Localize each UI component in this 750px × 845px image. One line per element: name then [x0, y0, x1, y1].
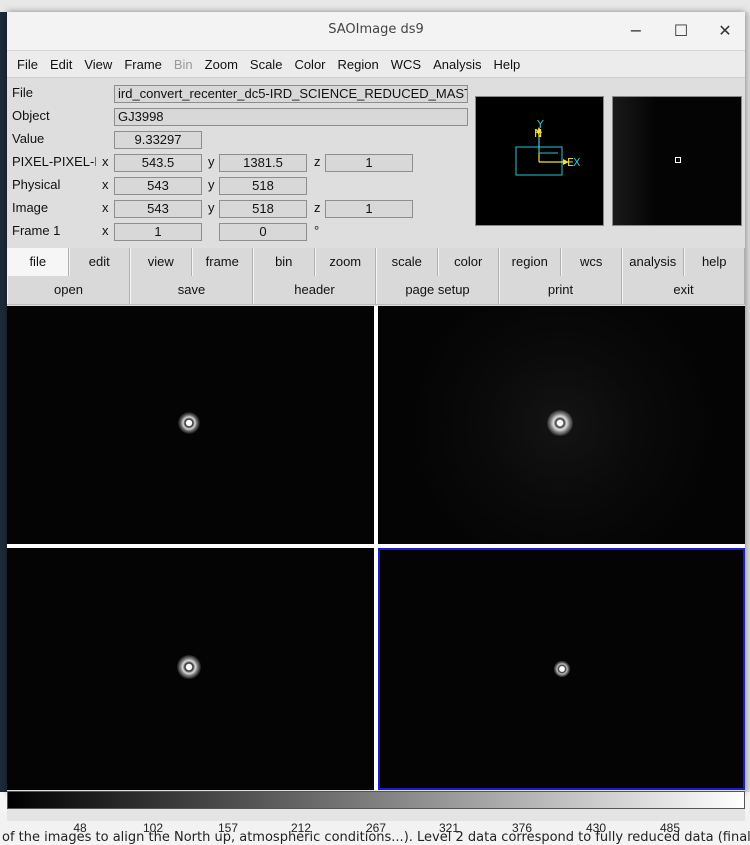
pixel-z-label: z — [314, 154, 321, 169]
pixel-y-label: y — [208, 154, 215, 169]
button-header[interactable]: header — [253, 276, 376, 304]
colorbar-label: 430 — [585, 821, 607, 835]
title-bar[interactable]: SAOImage ds9 − ☐ ✕ — [7, 12, 745, 51]
minimize-button[interactable]: − — [623, 18, 649, 44]
image-label: Image — [12, 200, 49, 215]
button-zoom[interactable]: zoom — [314, 248, 376, 276]
colorbar-ticks — [7, 809, 745, 821]
colorbar[interactable] — [7, 791, 745, 809]
colorbar-label: 48 — [73, 821, 87, 835]
frame-1[interactable] — [7, 306, 374, 544]
panner-y-label: Y — [536, 118, 544, 131]
image-y-label: y — [208, 200, 215, 215]
frame-degree-label: ° — [314, 223, 320, 238]
physical-x-field: 543 — [114, 177, 202, 195]
file-field: ird_convert_recenter_dc5-IRD_SCIENCE_RED… — [114, 85, 468, 103]
menu-frame[interactable]: Frame — [118, 57, 168, 72]
button-file[interactable]: file — [7, 248, 69, 276]
value-label: Value — [12, 131, 45, 146]
pixel-x-field: 543.5 — [114, 154, 202, 172]
button-help[interactable]: help — [683, 248, 745, 276]
button-edit[interactable]: edit — [68, 248, 130, 276]
value-field: 9.33297 — [114, 131, 202, 149]
physical-y-label: y — [208, 177, 215, 192]
button-print[interactable]: print — [499, 276, 622, 304]
menu-bar: File Edit View Frame Bin Zoom Scale Colo… — [7, 51, 745, 78]
menu-analysis[interactable]: Analysis — [427, 57, 487, 72]
physical-y-field: 518 — [219, 177, 307, 195]
image-y-field: 518 — [219, 200, 307, 218]
physical-label: Physical — [12, 177, 61, 192]
button-bin[interactable]: bin — [253, 248, 315, 276]
button-save[interactable]: save — [130, 276, 253, 304]
object-field: GJ3998 — [114, 108, 468, 126]
pixel-x-label: x — [102, 154, 109, 169]
panner-compass: N Y E X — [515, 118, 581, 176]
button-exit[interactable]: exit — [622, 276, 745, 304]
star-psf — [178, 412, 200, 434]
panner-x-label: X — [573, 156, 581, 169]
star-psf — [554, 661, 570, 677]
button-bar: file edit view frame bin zoom scale colo… — [7, 248, 745, 277]
frame-4-current[interactable] — [378, 548, 745, 790]
colorbar-label: 321 — [438, 821, 460, 835]
image-x-field: 543 — [114, 200, 202, 218]
frame-grid — [7, 306, 745, 790]
menu-wcs[interactable]: WCS — [385, 57, 427, 72]
pixel-coord-label: PIXEL-PIXEL-PIX — [12, 154, 96, 169]
maximize-button[interactable]: ☐ — [668, 18, 694, 44]
pixel-y-field: 1381.5 — [219, 154, 307, 172]
menu-zoom[interactable]: Zoom — [199, 57, 244, 72]
frame-label: Frame 1 — [12, 223, 61, 238]
magnifier-glow — [613, 97, 653, 225]
menu-file[interactable]: File — [11, 57, 44, 72]
close-button[interactable]: ✕ — [712, 18, 738, 44]
menu-region[interactable]: Region — [332, 57, 385, 72]
frame-y-field: 0 — [219, 223, 307, 241]
desktop-background-top — [0, 0, 750, 12]
menu-bin: Bin — [173, 56, 193, 72]
button-page-setup[interactable]: page setup — [376, 276, 499, 304]
sub-button-bar: open save header page setup print exit — [7, 276, 745, 305]
menu-edit[interactable]: Edit — [44, 57, 78, 72]
colorbar-label: 267 — [365, 821, 387, 835]
button-scale[interactable]: scale — [376, 248, 438, 276]
button-analysis[interactable]: analysis — [622, 248, 684, 276]
colorbar-label: 102 — [142, 821, 164, 835]
button-color[interactable]: color — [437, 248, 499, 276]
colorbar-label: 212 — [290, 821, 312, 835]
magnifier-cursor — [675, 157, 681, 163]
star-psf — [547, 410, 573, 436]
button-open[interactable]: open — [7, 276, 130, 304]
panner[interactable]: N Y E X — [475, 96, 604, 226]
colorbar-label: 376 — [511, 821, 533, 835]
button-view[interactable]: view — [130, 248, 192, 276]
object-label: Object — [12, 108, 50, 123]
file-label: File — [12, 85, 33, 100]
ds9-window: SAOImage ds9 − ☐ ✕ File Edit View Frame … — [7, 12, 745, 792]
image-z-label: z — [314, 200, 321, 215]
info-panel: File ird_convert_recenter_dc5-IRD_SCIENC… — [7, 80, 745, 250]
button-frame[interactable]: frame — [191, 248, 253, 276]
frame-2[interactable] — [378, 306, 745, 544]
frame-x-field: 1 — [114, 223, 202, 241]
menu-view[interactable]: View — [78, 57, 118, 72]
button-region[interactable]: region — [499, 248, 561, 276]
star-psf — [177, 655, 201, 679]
colorbar-label: 157 — [217, 821, 239, 835]
pixel-z-field: 1 — [325, 154, 413, 172]
magnifier — [612, 96, 742, 226]
physical-x-label: x — [102, 177, 109, 192]
menu-help[interactable]: Help — [487, 57, 526, 72]
menu-scale[interactable]: Scale — [244, 57, 289, 72]
image-z-field: 1 — [325, 200, 413, 218]
frame-x-label: x — [102, 223, 109, 238]
menu-color[interactable]: Color — [288, 57, 331, 72]
button-wcs[interactable]: wcs — [560, 248, 622, 276]
frame-3[interactable] — [7, 548, 374, 790]
image-x-label: x — [102, 200, 109, 215]
colorbar-label: 485 — [659, 821, 681, 835]
